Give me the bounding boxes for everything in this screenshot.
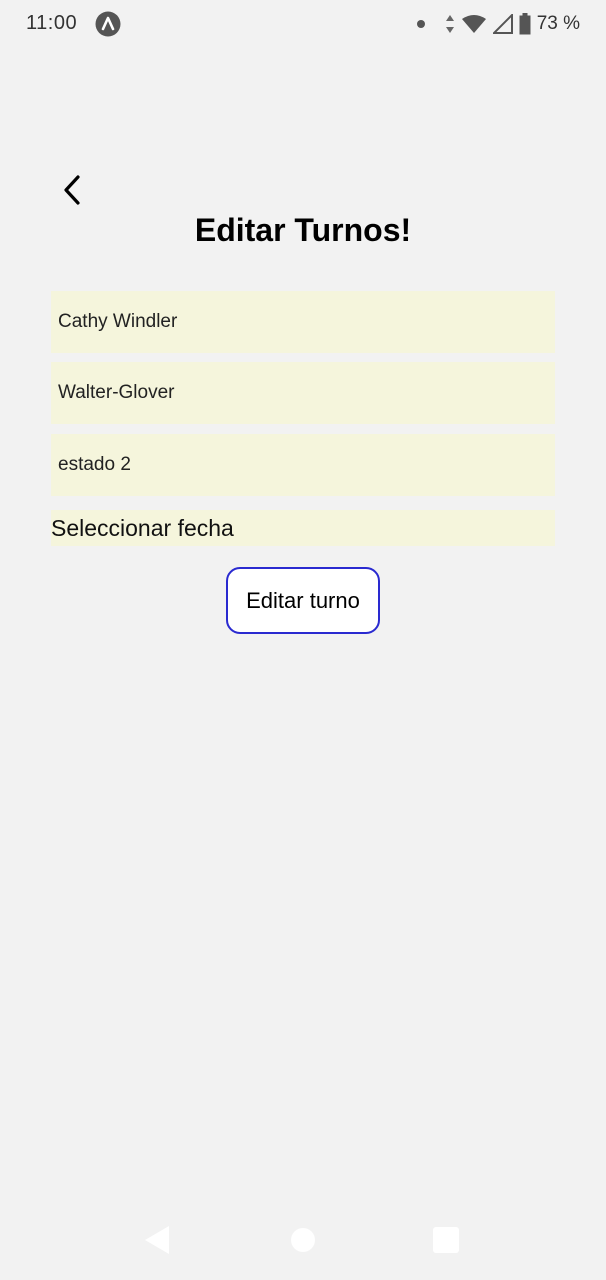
status-time: 11:00 <box>26 12 78 34</box>
battery-percent: 73 % <box>536 13 580 34</box>
status-icons: 73 % <box>416 12 580 36</box>
nav-recents-icon[interactable] <box>433 1227 459 1253</box>
nav-back-icon[interactable] <box>145 1226 169 1254</box>
chevron-left-icon <box>64 175 80 205</box>
nav-home-icon[interactable] <box>291 1228 315 1252</box>
page-title: Editar Turnos! <box>194 212 412 248</box>
dot-icon <box>416 20 425 28</box>
edit-appointment-button[interactable]: Editar turno <box>226 567 380 634</box>
professional-field[interactable]: Walter-Glover <box>51 362 555 424</box>
select-date-button[interactable]: Seleccionar fecha <box>51 510 555 546</box>
wifi-icon <box>461 15 486 33</box>
status-field[interactable]: estado 2 <box>51 434 555 496</box>
app-notification-icon <box>95 11 121 37</box>
battery-icon <box>519 13 531 35</box>
data-arrows-icon <box>445 15 454 33</box>
status-bar: 11:00 73 % <box>0 0 606 48</box>
navigation-bar <box>0 1208 606 1268</box>
name-field[interactable]: Cathy Windler <box>51 291 555 353</box>
cell-signal-icon <box>492 14 513 34</box>
back-button[interactable] <box>55 172 89 208</box>
